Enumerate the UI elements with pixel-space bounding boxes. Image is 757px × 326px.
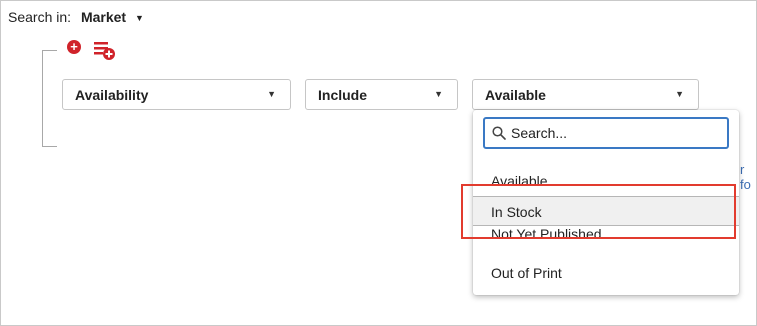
side-link[interactable]: r fo: [740, 162, 757, 192]
search-scope-selector[interactable]: Search in: Market ▼: [8, 9, 144, 25]
field-select[interactable]: Availability ▼: [62, 79, 291, 110]
value-select[interactable]: Available ▼: [472, 79, 699, 110]
value-dropdown-menu: Available In Stock Not Yet Published Out…: [473, 110, 739, 295]
field-select-value: Availability: [75, 87, 149, 103]
chevron-down-icon[interactable]: ▼: [135, 13, 144, 23]
chevron-down-icon: ▼: [267, 89, 276, 99]
dropdown-option[interactable]: Not Yet Published: [473, 229, 739, 249]
search-scope-value[interactable]: Market: [81, 9, 126, 25]
search-icon: [492, 126, 506, 140]
add-condition-button[interactable]: +: [67, 40, 81, 54]
operator-select-value: Include: [318, 87, 368, 103]
dropdown-option[interactable]: Available: [473, 167, 739, 187]
dropdown-option-hovered[interactable]: In Stock: [473, 196, 739, 226]
dropdown-search-field[interactable]: [483, 117, 729, 149]
operator-select[interactable]: Include ▼: [305, 79, 458, 110]
dropdown-search-input[interactable]: [511, 123, 711, 143]
chevron-down-icon: ▼: [434, 89, 443, 99]
chevron-down-icon: ▼: [675, 89, 684, 99]
value-select-value: Available: [485, 87, 546, 103]
add-group-icon[interactable]: [94, 41, 116, 61]
condition-group-bracket: [42, 50, 57, 147]
search-in-label: Search in:: [8, 9, 72, 25]
dropdown-option[interactable]: Out of Print: [473, 258, 739, 288]
